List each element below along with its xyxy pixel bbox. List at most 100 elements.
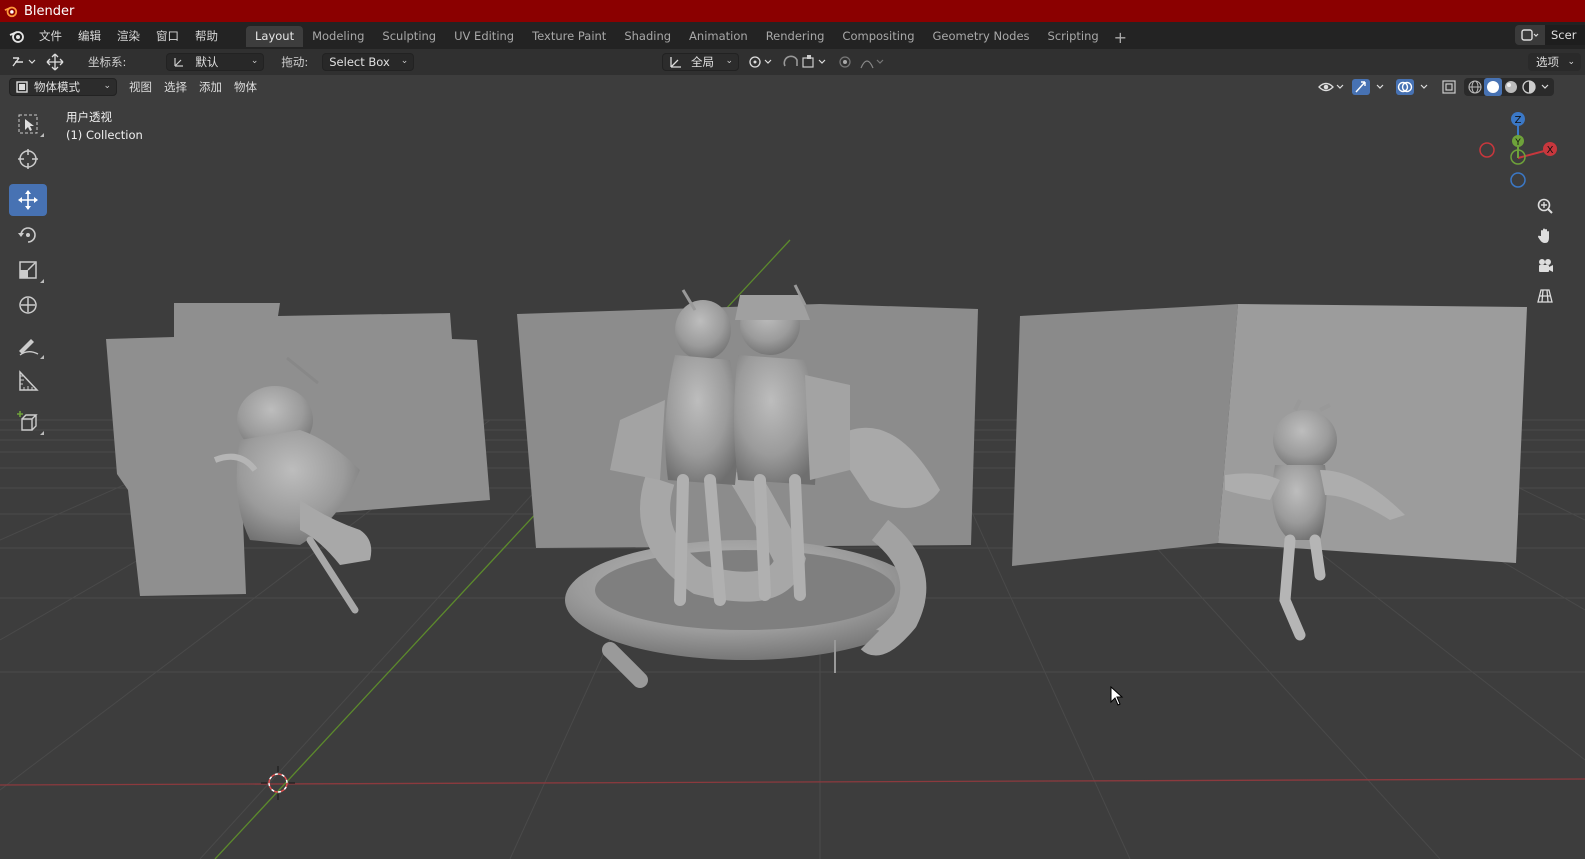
viewport-header: 物体模式 ⌄ 视图 选择 添加 物体 [0, 75, 1585, 99]
drag-dropdown[interactable]: Select Box ⌄ [322, 53, 415, 71]
window-title: Blender [24, 3, 75, 19]
svg-text:X: X [1547, 145, 1554, 156]
material-shading-icon[interactable] [1502, 78, 1520, 96]
add-cube-tool[interactable] [9, 406, 47, 438]
orientation-value: 默认 [195, 55, 219, 69]
chevron-down-icon: ⌄ [103, 81, 111, 91]
menu-window[interactable]: 窗口 [148, 28, 187, 44]
workspace-tabs: Layout Modeling Sculpting UV Editing Tex… [246, 25, 1133, 47]
tab-modeling[interactable]: Modeling [303, 26, 373, 47]
collection-name: (1) Collection [66, 128, 143, 142]
axis-icon [670, 57, 681, 68]
right-backdrop-plane-right [1218, 304, 1527, 563]
tab-layout[interactable]: Layout [246, 25, 304, 47]
drag-value: Select Box [329, 55, 390, 69]
pan-hand-icon[interactable] [1531, 222, 1559, 250]
rotate-icon [18, 227, 36, 243]
add-workspace-icon[interactable]: + [1108, 28, 1133, 47]
right-backdrop-plane-left [1012, 304, 1238, 566]
viewport-info: 用户透视 (1) Collection [66, 108, 143, 144]
transform-orientation-value: 全局 [691, 55, 714, 69]
tab-rendering[interactable]: Rendering [757, 26, 834, 47]
chevron-down-icon: ⌄ [400, 56, 409, 66]
tab-scripting[interactable]: Scripting [1039, 26, 1108, 47]
xray-toggle-icon[interactable] [1438, 78, 1460, 96]
blender-logo-icon [4, 6, 18, 18]
snap-icon[interactable] [780, 53, 832, 71]
visibility-icon[interactable] [1316, 78, 1346, 96]
tab-geometry-nodes[interactable]: Geometry Nodes [924, 26, 1039, 47]
menu-render[interactable]: 渲染 [109, 28, 148, 44]
viewport-menu-object[interactable]: 物体 [228, 79, 263, 95]
svg-text:Y: Y [1514, 138, 1521, 148]
menu-help[interactable]: 帮助 [187, 28, 226, 44]
transform-tool[interactable] [9, 289, 47, 321]
blender-menu-icon[interactable] [9, 28, 25, 44]
mouse-pointer-icon [1110, 686, 1124, 706]
camera-view-icon[interactable] [1531, 252, 1559, 280]
annotate-icon [19, 339, 39, 356]
solid-shading-icon[interactable] [1484, 78, 1502, 96]
viewport-menu-select[interactable]: 选择 [158, 79, 193, 95]
drag-label: 拖动: [281, 55, 309, 69]
shading-options-chevron-icon[interactable] [1538, 78, 1552, 96]
scale-tool[interactable] [9, 254, 47, 286]
svg-text:Z: Z [1515, 115, 1522, 126]
tab-shading[interactable]: Shading [615, 26, 680, 47]
title-bar: Blender [0, 0, 1585, 22]
cursor-icon [18, 149, 38, 169]
move-tool[interactable] [9, 184, 47, 216]
scale-icon [19, 261, 37, 279]
tab-sculpting[interactable]: Sculpting [373, 26, 445, 47]
select-box-icon [18, 114, 38, 134]
ortho-grid-icon[interactable] [1531, 282, 1559, 310]
tab-animation[interactable]: Animation [680, 26, 757, 47]
select-box-tool[interactable] [9, 108, 47, 140]
tab-uv-editing[interactable]: UV Editing [445, 26, 523, 47]
shading-mode-group [1464, 78, 1554, 96]
overlay-toggle-icon[interactable] [1394, 78, 1434, 96]
annotate-tool[interactable] [9, 330, 47, 362]
pivot-point-icon[interactable] [746, 53, 776, 71]
tab-compositing[interactable]: Compositing [833, 26, 923, 47]
gizmo-toggle-icon[interactable] [1350, 78, 1390, 96]
move-icon [18, 190, 38, 210]
scene-selector[interactable]: Scer [1515, 25, 1585, 45]
orientation-label: 坐标系: [88, 55, 127, 69]
mode-dropdown[interactable]: 物体模式 ⌄ [9, 78, 117, 96]
scene-icon[interactable] [1515, 25, 1545, 45]
wireframe-shading-icon[interactable] [1466, 78, 1484, 96]
viewport-menu-add[interactable]: 添加 [193, 79, 228, 95]
rendered-shading-icon[interactable] [1520, 78, 1538, 96]
orientation-icon [174, 58, 184, 67]
viewport-canvas[interactable]: Z X Y [0, 75, 1585, 859]
chevron-down-icon: ⌄ [1567, 57, 1575, 67]
proportional-edit-icon[interactable] [837, 53, 887, 71]
cursor-tool[interactable] [9, 143, 47, 175]
object-mode-icon [16, 81, 28, 93]
menu-edit[interactable]: 编辑 [70, 28, 109, 44]
editor-type-icon[interactable] [8, 53, 40, 71]
viewport-menu-view[interactable]: 视图 [123, 79, 158, 95]
chevron-down-icon: ⌄ [250, 56, 259, 66]
viewport-nav-buttons [1531, 192, 1561, 312]
chevron-down-icon: ⌄ [725, 56, 733, 66]
options-label: 选项 [1536, 55, 1559, 69]
scene-name[interactable]: Scer [1545, 25, 1585, 45]
measure-tool[interactable] [9, 365, 47, 397]
tab-texture-paint[interactable]: Texture Paint [523, 26, 615, 47]
add-cube-icon [17, 411, 38, 431]
3d-viewport[interactable]: Z X Y 用户透视 (1) Collection [0, 75, 1585, 859]
move-tool-icon[interactable] [40, 53, 70, 71]
tool-shelf [9, 108, 49, 441]
menu-file[interactable]: 文件 [31, 28, 70, 44]
orientation-dropdown[interactable]: 默认 ⌄ [166, 53, 265, 71]
viewport-header-right [1316, 78, 1554, 96]
options-dropdown[interactable]: 选项 ⌄ [1528, 53, 1581, 71]
transform-icon [19, 296, 37, 314]
tool-settings-bar: 坐标系: 默认 ⌄ 拖动: Select Box ⌄ 全局 ⌄ 选项 ⌄ [0, 49, 1585, 75]
rotate-tool[interactable] [9, 219, 47, 251]
zoom-icon[interactable] [1531, 192, 1559, 220]
top-bar: 文件 编辑 渲染 窗口 帮助 Layout Modeling Sculpting… [0, 22, 1585, 49]
transform-orientation-dropdown[interactable]: 全局 ⌄ [662, 53, 739, 71]
